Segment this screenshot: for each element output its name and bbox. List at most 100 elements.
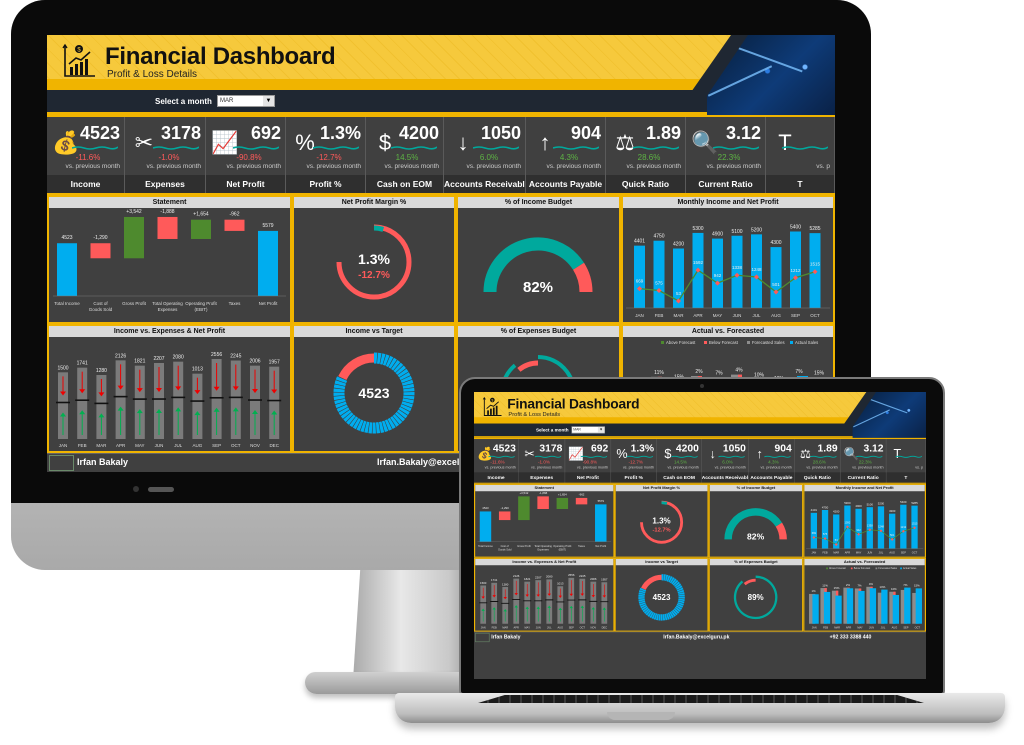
kpi-card-quick-ratio: ⚖ 1.89 28.6% vs. previous month Quick Ra… — [606, 117, 686, 193]
net-profit-label: 2245 — [579, 574, 586, 578]
net-profit-label: 2556 — [568, 573, 575, 577]
income-label: 4401 — [811, 508, 818, 512]
kpi-label: Current Ratio — [840, 472, 886, 483]
month-label: SEP — [903, 625, 908, 629]
month-label: AUG — [889, 551, 895, 555]
kpi-card-current-ratio: 🔍 3.12 22.3% vs. previous month Current … — [686, 117, 766, 193]
category-label: Gross Profit — [122, 301, 147, 306]
category-label: Taxes — [229, 301, 242, 306]
variance-bar — [893, 591, 896, 595]
legend-label: Actual Sales — [903, 567, 917, 570]
waterfall-bar — [258, 230, 278, 296]
income-label: 4900 — [712, 232, 723, 238]
financial-chart-logo-icon: $ — [62, 43, 95, 77]
net-profit-label: 1500 — [57, 365, 68, 371]
panel-title: Net Profit Margin % — [294, 197, 454, 208]
category-label: Total Income — [478, 544, 493, 548]
kpi-label: Expenses — [518, 472, 565, 483]
kpi-label: Quick Ratio — [606, 175, 685, 193]
dashboard-title: Financial Dashboard — [507, 396, 640, 413]
waterfall-bar — [191, 219, 211, 239]
income-vs-expenses-panel: Income vs. Expenses & Net Profit 1500 JAN… — [474, 557, 615, 632]
laptop-screen: $ Financial Dashboard Profit & Loss Deta… — [474, 392, 926, 679]
chevron-down-icon[interactable]: ▼ — [597, 426, 605, 433]
legend-swatch — [661, 341, 664, 344]
kpi-comparison-label: vs. previous month — [306, 163, 361, 170]
variance-label: 2% — [695, 369, 703, 375]
selected-cell[interactable] — [49, 455, 74, 471]
variance-bar — [847, 587, 850, 589]
kpi-comparison-label: vs. previous month — [466, 163, 521, 170]
income-budget-panel: % of Income Budget 82% — [708, 483, 804, 558]
center-change: -12.7% — [653, 527, 671, 533]
actual-bar — [823, 591, 831, 624]
kpi-comparison-label: vs. previous month — [714, 465, 746, 470]
legend-swatch — [790, 341, 793, 344]
kpi-sparkline — [580, 455, 608, 458]
month-label: SEP — [569, 625, 574, 629]
kpi-value: 1.89 — [645, 123, 681, 143]
center-value: 1.3% — [358, 251, 390, 267]
data-label: -1,290 — [501, 506, 510, 510]
legend-swatch — [826, 567, 828, 570]
actual-bar — [812, 594, 819, 624]
tax-icon: T — [778, 130, 792, 155]
kpi-change: 4.3% — [559, 153, 579, 162]
variance-label: 4% — [735, 368, 743, 374]
net-profit-label: 2006 — [249, 359, 260, 365]
actual-bar — [835, 595, 842, 624]
kpi-sparkline — [718, 455, 745, 458]
kpi-label: Quick Ratio — [794, 472, 840, 483]
kpi-label: Cash on EOM — [366, 175, 443, 193]
author-email[interactable]: Irfan.Bakaly@excelguru.pk — [663, 634, 729, 640]
panel-title: % of Income Budget — [458, 197, 619, 208]
month-label: MAY — [856, 551, 862, 555]
kpi-value: 1.3% — [630, 442, 655, 454]
income-vs-expenses-panel: Income vs. Expenses & Net Profit 1500 JAN… — [47, 324, 292, 453]
kpi-sparkline — [895, 455, 922, 458]
kpi-sparkline — [782, 146, 828, 150]
variance-bar — [824, 588, 827, 592]
laptop-trackpad-notch — [607, 712, 675, 720]
net-profit-label: 1821 — [524, 577, 531, 581]
month-dropdown[interactable]: MAR ▼ — [217, 95, 275, 107]
month-label: JAN — [811, 551, 816, 555]
kpi-value: 4523 — [492, 442, 516, 454]
kpi-value: 4200 — [675, 442, 699, 454]
legend-label: Forecasted Sales — [878, 567, 897, 570]
income-bar — [653, 240, 665, 308]
month-dropdown[interactable]: MAR ▼ — [571, 426, 605, 434]
financial-chart-logo-icon: $ — [482, 397, 502, 416]
net-profit-label: 1248 — [878, 524, 884, 528]
data-label: -962 — [229, 212, 239, 218]
legend-label: Actual Sales — [795, 340, 818, 345]
month-label: JAN — [635, 313, 644, 318]
chevron-down-icon[interactable]: ▼ — [263, 96, 274, 106]
month-label: DEC — [269, 443, 279, 448]
kpi-value: 3178 — [160, 123, 201, 143]
month-label: OCT — [915, 625, 921, 629]
net-profit-label: 942 — [856, 528, 861, 532]
net-profit-label: 2080 — [546, 575, 553, 579]
kpi-value: 3178 — [539, 442, 563, 454]
month-label: OCT — [580, 625, 586, 629]
income-label: 4200 — [673, 242, 684, 248]
month-label: AUG — [193, 443, 203, 448]
income-label: 5300 — [692, 226, 703, 232]
income-label: 5400 — [900, 500, 907, 504]
kpi-comparison-label: vs. previous month — [546, 163, 601, 170]
actual-bar — [858, 590, 865, 624]
selected-cell[interactable] — [475, 632, 490, 643]
waterfall-bar — [537, 496, 549, 510]
kpi-change: -1.0% — [158, 153, 180, 162]
income-bar — [731, 235, 743, 308]
category-label: Net Profit — [259, 301, 279, 306]
income-budget-panel: % of Income Budget 82% — [456, 195, 621, 324]
donut-current — [661, 501, 668, 505]
data-label: +3,542 — [126, 209, 142, 215]
laptop-camera — [700, 384, 704, 388]
kpi-label: Accounts Receivable — [444, 175, 525, 193]
variance-label: 7% — [903, 583, 908, 587]
kpi-sparkline — [633, 146, 679, 150]
kpi-strip: 💰 4523 -11.6% vs. previous month Income … — [474, 437, 926, 484]
